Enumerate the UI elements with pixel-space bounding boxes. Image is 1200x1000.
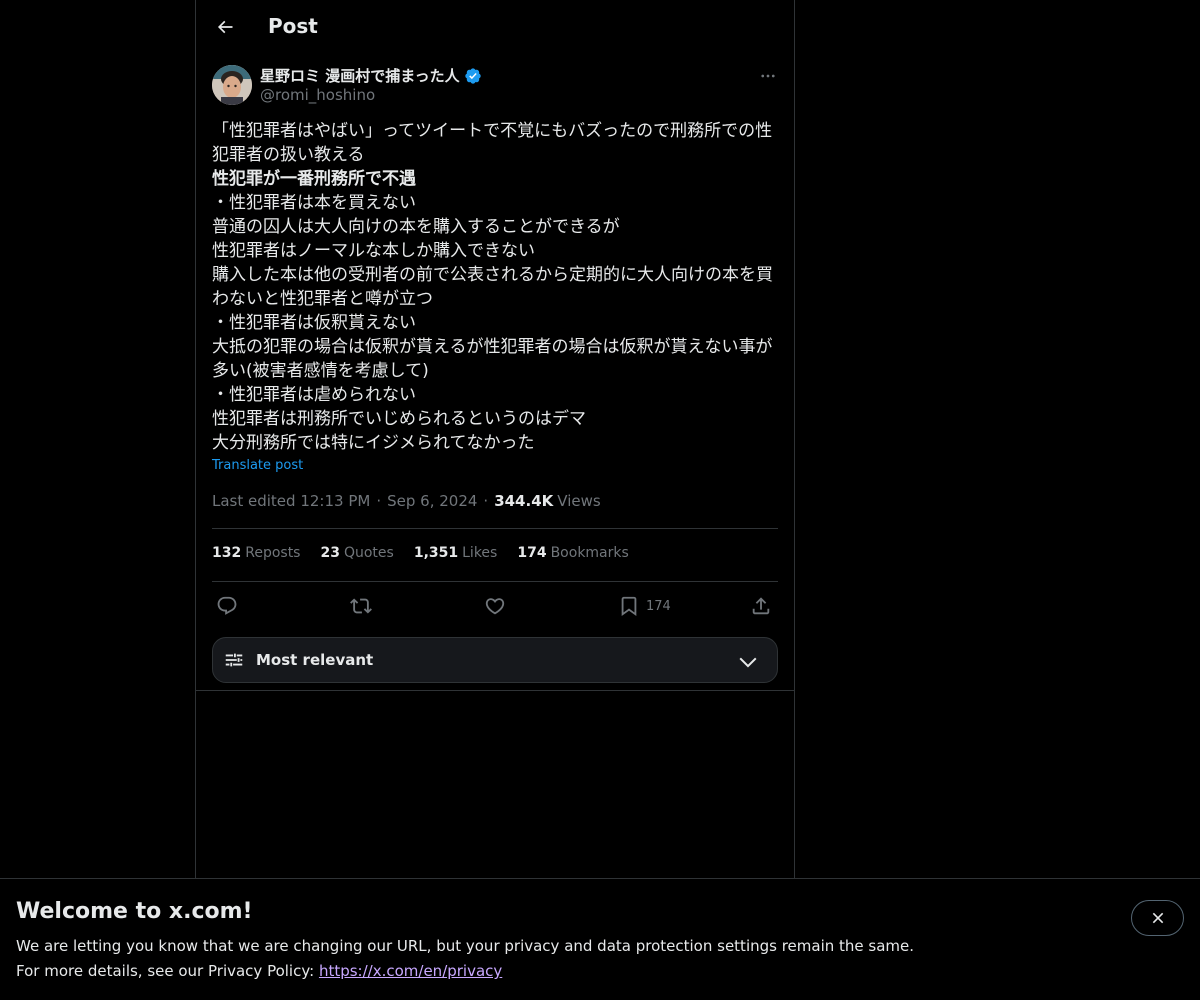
bookmarks-count: 174 [517, 545, 547, 561]
display-name[interactable]: 星野ロミ 漫画村で捕まった人 [260, 65, 460, 86]
back-button[interactable] [208, 10, 242, 44]
banner-policy-text: For more details, see our Privacy Policy… [16, 962, 502, 980]
post-meta: Last edited 12:13 PM · Sep 6, 2024 · 344… [212, 492, 601, 510]
reposts-label: Reposts [245, 545, 301, 561]
meta-separator: · [483, 492, 489, 510]
page-header: Post [196, 0, 794, 53]
likes-count: 1,351 [413, 545, 459, 561]
verified-badge-icon [464, 67, 481, 84]
avatar-image [212, 65, 252, 105]
post-text-line: 性犯罪者はノーマルな本しか購入できない [212, 241, 535, 261]
post-text-line: 性犯罪者は刑務所でいじめられるというのはデマ [212, 409, 586, 429]
post-text-line: 犯罪者の扱い教える [212, 145, 365, 165]
reposts-stat[interactable]: 132 Reposts [212, 545, 300, 561]
post-text-line: 購入した本は他の受刑者の前で公表されるから定期的に大人向けの本を買 [212, 265, 773, 285]
divider [212, 528, 778, 529]
reposts-count: 132 [212, 545, 242, 561]
avatar[interactable] [212, 65, 252, 105]
privacy-policy-link[interactable]: https://x.com/en/privacy [319, 962, 502, 980]
post-text-line-bold: 性犯罪が一番刑務所で不遇 [212, 169, 416, 189]
banner-policy-prefix: For more details, see our Privacy Policy… [16, 962, 319, 980]
like-button[interactable] [484, 592, 506, 620]
reply-button[interactable] [216, 592, 238, 620]
sliders-icon [225, 653, 243, 667]
meta-separator: · [376, 492, 382, 510]
post-text-line: ・性犯罪者は虐められない [212, 385, 416, 405]
repost-button[interactable] [350, 592, 372, 620]
post-text-line: ・性犯罪者は仮釈貰えない [212, 313, 416, 333]
post-author: 星野ロミ 漫画村で捕まった人 @romi_hoshino [212, 64, 780, 108]
divider [212, 581, 778, 582]
views-label: Views [557, 492, 601, 510]
banner-close-button[interactable] [1131, 900, 1184, 936]
more-icon [761, 74, 775, 78]
post-stats: 132 Reposts 23 Quotes 1,351 Likes 174 Bookma… [212, 545, 629, 561]
like-icon [485, 598, 505, 615]
quotes-stat[interactable]: 23 Quotes [320, 545, 393, 561]
post-actions: 174 [212, 590, 778, 622]
divider [196, 690, 794, 691]
display-name-row: 星野ロミ 漫画村で捕まった人 [260, 65, 482, 86]
welcome-banner: Welcome to x.com! We are letting you kno… [0, 878, 1200, 1000]
bookmark-button[interactable]: 174 [618, 592, 671, 620]
post-text-line: 普通の囚人は大人向けの本を購入することができるが [212, 217, 620, 237]
bookmarks-label: Bookmarks [550, 545, 629, 561]
reply-icon [217, 596, 237, 615]
quotes-count: 23 [320, 545, 340, 561]
translate-post-link[interactable]: Translate post [212, 458, 303, 473]
banner-title: Welcome to x.com! [16, 899, 253, 924]
back-arrow-icon [217, 20, 233, 34]
chevron-down-icon [739, 657, 757, 668]
post-text-line: ・性犯罪者は本を買えない [212, 193, 416, 213]
quotes-label: Quotes [343, 545, 394, 561]
bookmark-count: 174 [646, 598, 671, 614]
likes-stat[interactable]: 1,351 Likes [414, 545, 498, 561]
views-count: 344.4K [494, 492, 554, 510]
post-text-line: 多い(被害者感情を考慮して) [212, 361, 429, 381]
close-icon [1152, 912, 1163, 924]
post-date[interactable]: Sep 6, 2024 [387, 492, 477, 510]
post-text-line: 大抵の犯罪の場合は仮釈が貰えるが性犯罪者の場合は仮釈が貰えない事が [212, 337, 773, 357]
main-column: Post 星野ロミ 漫画村で捕まった人 @romi_hoshino 「性犯罪者は… [195, 0, 795, 878]
edited-time[interactable]: Last edited 12:13 PM [212, 492, 370, 510]
bookmarks-stat[interactable]: 174 Bookmarks [517, 545, 628, 561]
post-text-line: 大分刑務所では特にイジメられてなかった [212, 433, 535, 453]
share-button[interactable] [750, 592, 772, 620]
likes-label: Likes [462, 545, 498, 561]
post-text-line: 「性犯罪者はやばい」ってツイートで不覚にもバズったので刑務所での性 [212, 121, 773, 141]
repost-icon [350, 598, 372, 614]
post-text-line: わないと性犯罪者と噂が立つ [212, 289, 433, 309]
sort-label: Most relevant [256, 651, 374, 669]
banner-text: We are letting you know that we are chan… [16, 937, 915, 955]
page-title: Post [268, 14, 318, 38]
bookmark-icon [621, 596, 637, 617]
reply-sort-dropdown[interactable]: Most relevant [212, 637, 778, 683]
share-icon [752, 597, 770, 615]
user-handle[interactable]: @romi_hoshino [260, 86, 375, 104]
post-text: 「性犯罪者はやばい」ってツイートで不覚にもバズったので刑務所での性 犯罪者の扱い… [212, 119, 780, 455]
more-options-button[interactable] [756, 64, 780, 88]
